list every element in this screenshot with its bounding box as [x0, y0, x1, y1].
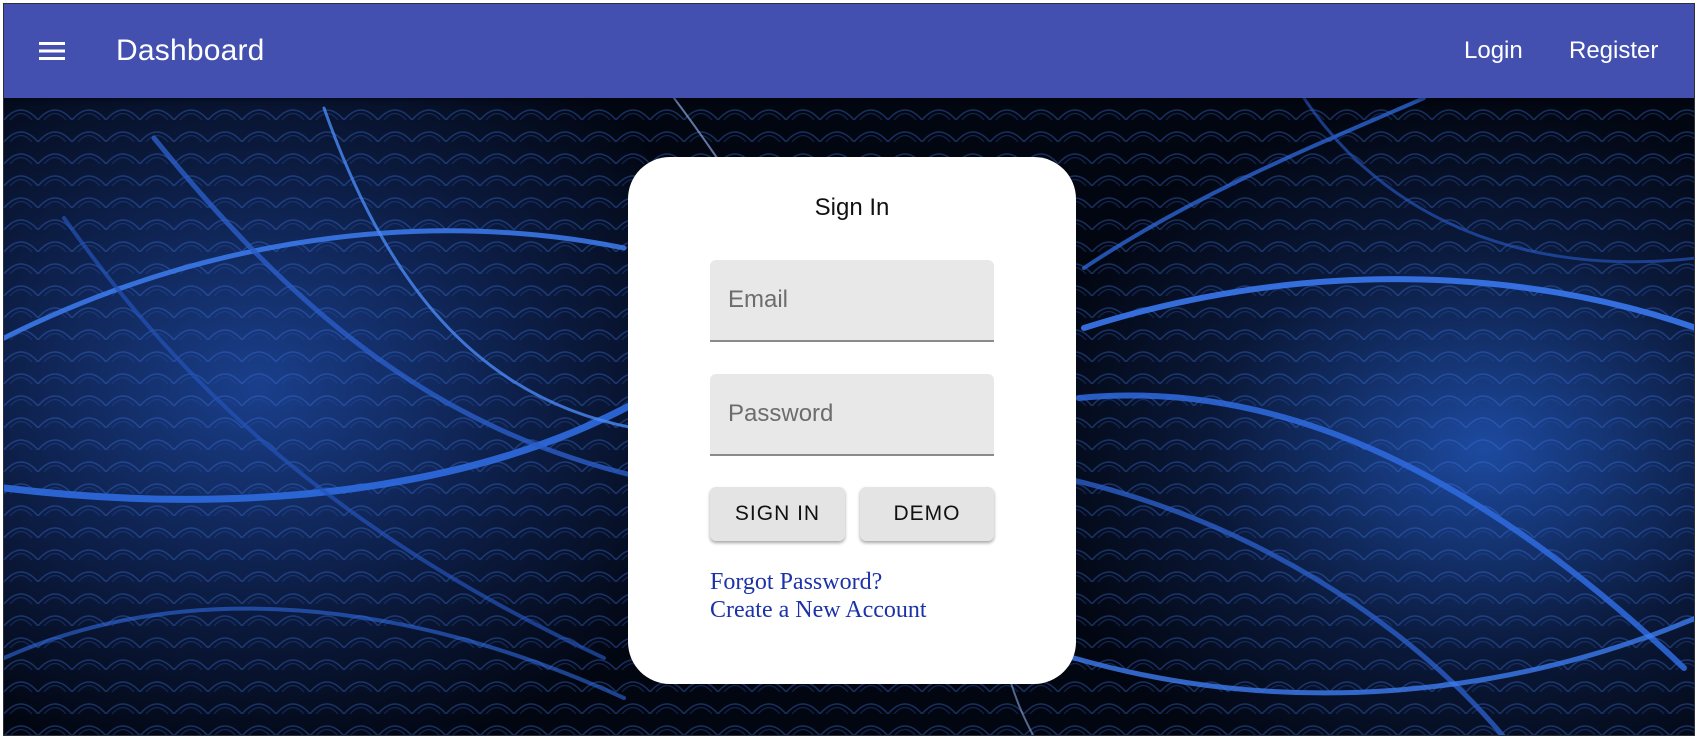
- email-field[interactable]: [710, 260, 994, 342]
- hamburger-menu-icon[interactable]: [34, 33, 70, 69]
- app-window: Dashboard Login Register Sign In Email S…: [3, 3, 1695, 736]
- password-field[interactable]: [710, 374, 994, 456]
- create-account-link[interactable]: Create a New Account: [710, 596, 927, 624]
- password-input[interactable]: [710, 374, 994, 454]
- signin-title: Sign In: [814, 194, 890, 221]
- nav-register-link[interactable]: Register: [1569, 35, 1658, 67]
- signin-card: Sign In SIGN IN DEMO Forgot Password? Cr…: [628, 157, 1076, 684]
- nav-login-link[interactable]: Login: [1464, 35, 1523, 67]
- signin-button[interactable]: SIGN IN: [710, 487, 845, 541]
- app-title: Dashboard: [116, 34, 265, 67]
- email-input[interactable]: [710, 260, 994, 340]
- app-bar: Dashboard Login Register: [4, 4, 1694, 98]
- forgot-password-link[interactable]: Forgot Password?: [710, 568, 882, 596]
- demo-button[interactable]: DEMO: [860, 487, 994, 541]
